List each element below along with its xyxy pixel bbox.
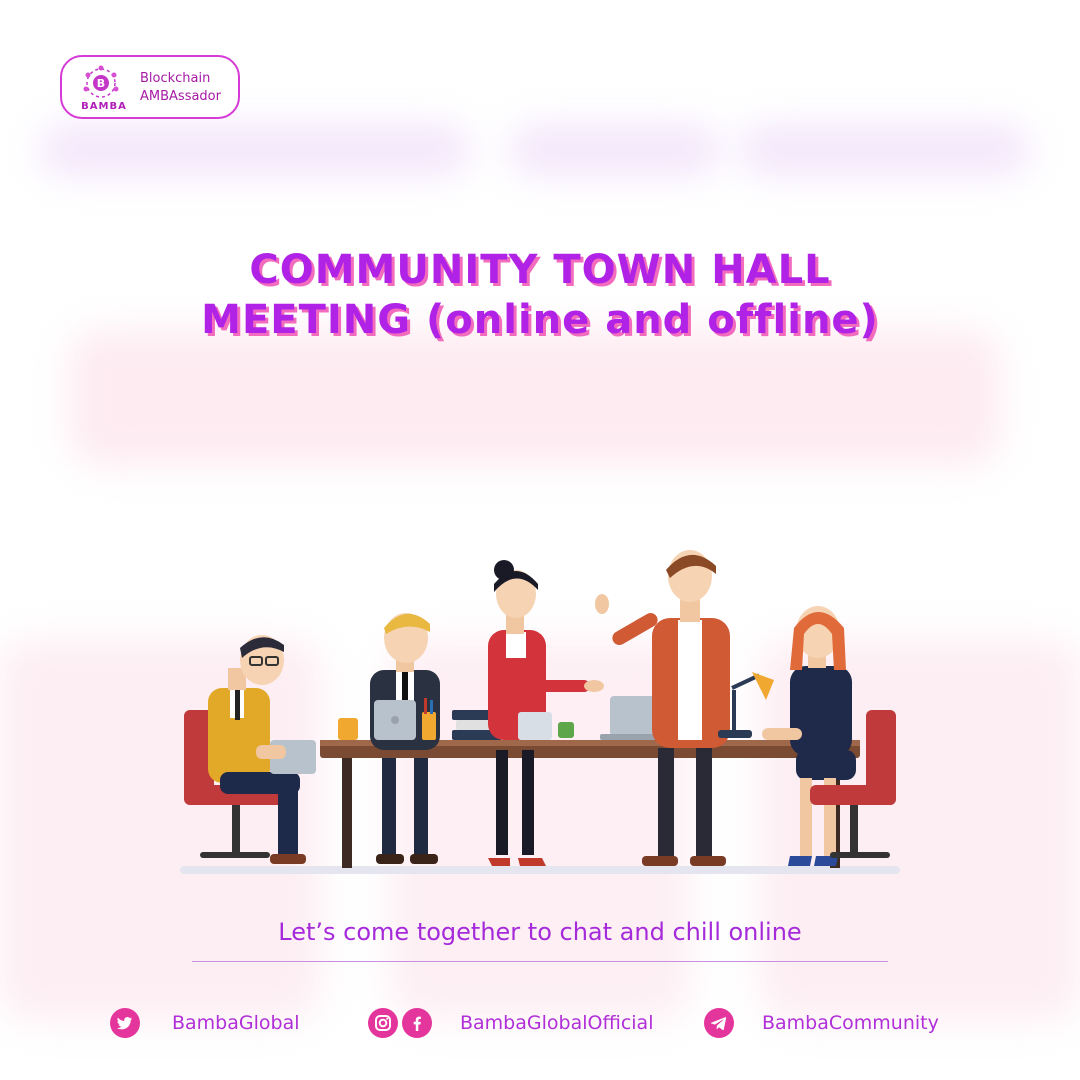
person-yellow-sweater xyxy=(208,635,316,864)
headline-line1: COMMUNITY TOWN HALL xyxy=(249,247,831,293)
brand-logo-badge: B BAMBA Blockchain AMBAssador xyxy=(60,55,240,119)
headline-line2: MEETING (online and offline) xyxy=(201,297,879,343)
pen-cup xyxy=(422,712,436,740)
blurred-text-block xyxy=(510,125,720,175)
brand-tagline-line2: AMBAssador xyxy=(140,89,221,104)
instagram-icon[interactable] xyxy=(368,1008,398,1038)
brand-tagline: Blockchain AMBAssador xyxy=(140,70,221,106)
telegram-icon[interactable] xyxy=(704,1008,734,1038)
person-red-hair xyxy=(762,606,856,866)
social-twitter[interactable]: BambaGlobal xyxy=(110,1007,300,1039)
meeting-illustration xyxy=(180,550,900,874)
event-tagline: Let’s come together to chat and chill on… xyxy=(278,918,802,946)
coffee-mug xyxy=(338,718,358,740)
plant-pot xyxy=(558,722,574,738)
facebook-icon[interactable] xyxy=(402,1008,432,1038)
event-headline: COMMUNITY TOWN HALL MEETING (online and … xyxy=(0,245,1080,345)
social-instagram-facebook[interactable]: BambaGlobalOfficial xyxy=(368,1007,653,1039)
blurred-text-block xyxy=(40,125,470,175)
brand-name: BAMBA xyxy=(81,101,127,112)
twitter-handle[interactable]: BambaGlobal xyxy=(172,1012,300,1034)
instagram-facebook-handle[interactable]: BambaGlobalOfficial xyxy=(460,1012,653,1034)
blurred-text-block xyxy=(70,330,1000,465)
twitter-icon[interactable] xyxy=(110,1008,140,1038)
telegram-handle[interactable]: BambaCommunity xyxy=(762,1012,939,1034)
social-telegram[interactable]: BambaCommunity xyxy=(704,1007,939,1039)
person-red-jacket xyxy=(488,560,604,866)
meeting-table xyxy=(320,740,860,868)
blurred-text-block xyxy=(740,125,1030,175)
brand-tagline-line1: Blockchain xyxy=(140,71,211,86)
logo-mark-letter: B xyxy=(97,77,105,90)
floor-shadow xyxy=(180,866,900,874)
divider xyxy=(192,961,888,962)
